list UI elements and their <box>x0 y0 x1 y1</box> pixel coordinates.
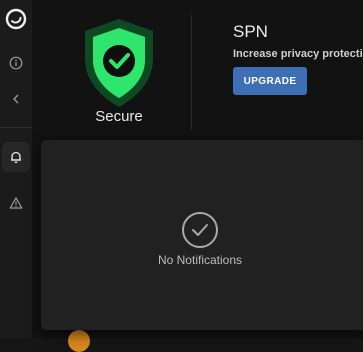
upgrade-button[interactable]: UPGRADE <box>233 67 307 95</box>
notifications-panel: No Notifications <box>41 140 363 330</box>
shield-check-icon <box>79 15 159 110</box>
spn-description: Increase privacy protecti <box>233 48 363 60</box>
status-label: Secure <box>95 108 143 125</box>
peek-avatar <box>68 330 90 352</box>
no-notifications-text: No Notifications <box>157 253 243 267</box>
bell-icon[interactable] <box>0 142 32 172</box>
app-logo-icon[interactable] <box>0 4 32 34</box>
spn-title: SPN <box>233 22 268 41</box>
sidebar-rail <box>0 0 32 338</box>
warning-icon[interactable] <box>0 188 32 218</box>
chevron-left-icon[interactable] <box>0 84 32 114</box>
sidebar-divider <box>0 127 32 128</box>
section-divider <box>191 15 192 130</box>
check-circle-icon <box>180 210 220 250</box>
info-icon[interactable] <box>0 48 32 78</box>
